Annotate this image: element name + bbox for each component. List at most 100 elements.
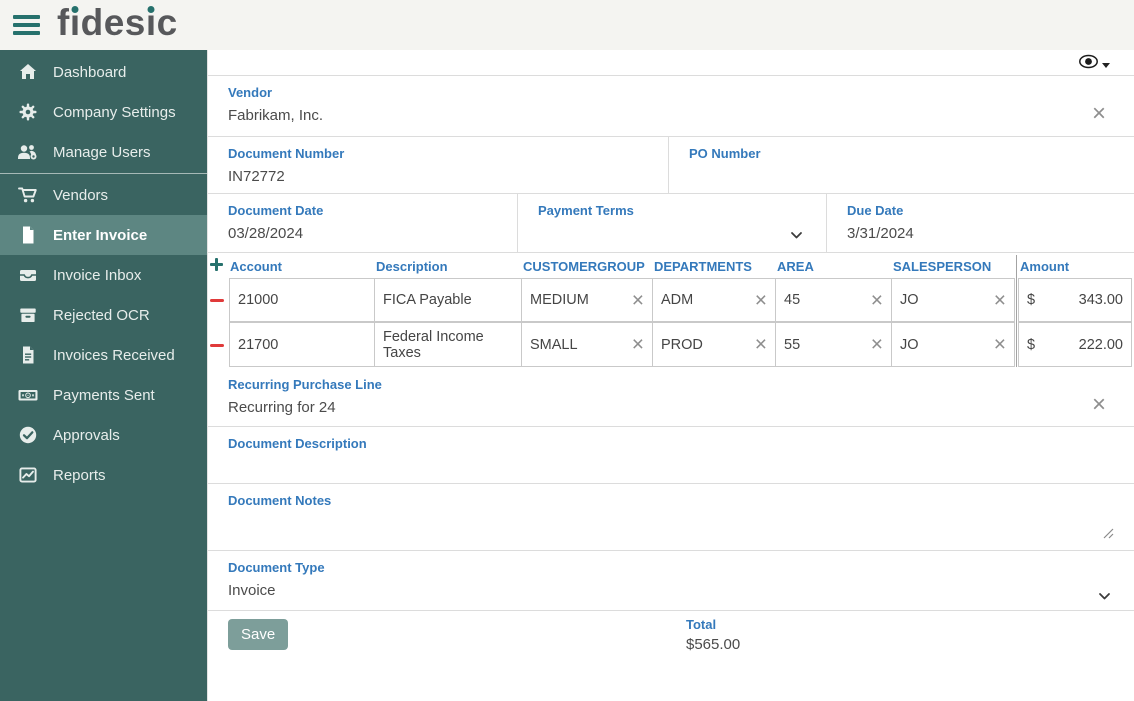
- due-date-field: Due Date 3/31/2024: [826, 194, 1134, 252]
- sidebar-item-reports[interactable]: Reports: [0, 455, 207, 495]
- payment-terms-select[interactable]: [518, 218, 826, 240]
- fidesic-logo: fidesic: [57, 2, 178, 44]
- document-number-field: Document Number IN72772: [208, 137, 668, 193]
- sidebar-item-approvals[interactable]: Approvals: [0, 415, 207, 455]
- document-number-input[interactable]: IN72772: [208, 161, 668, 185]
- sidebar-item-rejected-ocr[interactable]: Rejected OCR: [0, 295, 207, 335]
- document-date-input[interactable]: 03/28/2024: [208, 218, 517, 242]
- due-date-label: Due Date: [847, 203, 904, 218]
- form-toolbar: [208, 50, 1134, 76]
- document-number-row: Document Number IN72772 PO Number: [208, 137, 1134, 194]
- vendor-input[interactable]: Fabrikam, Inc.: [208, 100, 1134, 124]
- cart-icon: [15, 185, 41, 205]
- clear-departments-icon[interactable]: ×: [755, 290, 767, 311]
- check-circle-icon: [15, 425, 41, 445]
- line-items-header: Account Description CUSTOMERGROUP DEPART…: [208, 255, 1134, 278]
- total-block: Total $565.00: [686, 617, 740, 654]
- clear-customergroup-icon[interactable]: ×: [632, 334, 644, 355]
- document-type-label: Document Type: [228, 560, 325, 575]
- sidebar-item-manage-users[interactable]: Manage Users: [0, 132, 207, 172]
- column-header-account: Account: [230, 259, 282, 274]
- clear-area-icon[interactable]: ×: [871, 290, 883, 311]
- column-header-area: AREA: [777, 259, 814, 274]
- dates-row: Document Date 03/28/2024 Payment Terms D…: [208, 194, 1134, 253]
- document-description-label: Document Description: [228, 436, 367, 451]
- departments-cell[interactable]: PROD ×: [652, 322, 776, 367]
- sidebar-item-dashboard[interactable]: Dashboard: [0, 52, 207, 92]
- total-value: $565.00: [686, 636, 741, 653]
- customergroup-cell[interactable]: MEDIUM ×: [521, 278, 653, 322]
- line-items-table: Account Description CUSTOMERGROUP DEPART…: [208, 253, 1134, 368]
- visibility-toggle[interactable]: [1078, 54, 1110, 74]
- invoice-form: Vendor Fabrikam, Inc. × Document Number …: [207, 50, 1134, 701]
- sidebar-item-label: Invoices Received: [53, 346, 175, 364]
- chevron-down-icon[interactable]: [1098, 588, 1111, 606]
- account-cell[interactable]: 21000: [229, 278, 375, 322]
- clear-customergroup-icon[interactable]: ×: [632, 290, 644, 311]
- area-cell[interactable]: 55 ×: [775, 322, 892, 367]
- departments-cell[interactable]: ADM ×: [652, 278, 776, 322]
- customergroup-value: SMALL: [530, 336, 578, 353]
- logo-letter: i: [68, 2, 82, 43]
- line-item-row: 21700 Federal Income Taxes SMALL × PROD × …: [208, 322, 1134, 368]
- due-date-input[interactable]: 3/31/2024: [827, 218, 1134, 242]
- sidebar-item-invoices-received[interactable]: Invoices Received: [0, 335, 207, 375]
- sidebar-item-label: Approvals: [53, 426, 120, 444]
- sidebar-item-enter-invoice[interactable]: Enter Invoice: [0, 215, 207, 255]
- vendor-field: Vendor Fabrikam, Inc. ×: [208, 76, 1134, 137]
- salesperson-cell[interactable]: JO ×: [891, 322, 1015, 367]
- salesperson-value: JO: [900, 336, 919, 353]
- po-number-label: PO Number: [689, 146, 761, 161]
- column-header-customergroup: CUSTOMERGROUP: [523, 259, 645, 274]
- document-description-input[interactable]: [208, 451, 1134, 473]
- recurring-purchase-line-label: Recurring Purchase Line: [228, 377, 382, 392]
- clear-vendor-icon[interactable]: ×: [1092, 102, 1106, 126]
- currency-symbol: $: [1027, 292, 1036, 308]
- sidebar-item-label: Rejected OCR: [53, 306, 150, 324]
- clear-recurring-icon[interactable]: ×: [1092, 393, 1106, 417]
- amount-cell[interactable]: $343.00: [1018, 278, 1132, 322]
- sidebar-item-company-settings[interactable]: Company Settings: [0, 92, 207, 132]
- departments-value: ADM: [661, 292, 694, 308]
- add-line-icon[interactable]: [210, 257, 223, 276]
- document-type-select[interactable]: Invoice: [208, 575, 1134, 599]
- description-cell[interactable]: Federal Income Taxes: [374, 322, 522, 367]
- po-number-input[interactable]: [669, 161, 1134, 183]
- vendor-label: Vendor: [228, 85, 273, 100]
- sidebar-item-vendors[interactable]: Vendors: [0, 175, 207, 215]
- resize-grip-icon[interactable]: [1103, 526, 1114, 544]
- remove-line-icon[interactable]: [210, 299, 224, 302]
- clear-departments-icon[interactable]: ×: [755, 334, 767, 355]
- remove-line-icon[interactable]: [210, 344, 224, 347]
- departments-value: PROD: [661, 336, 703, 353]
- save-button[interactable]: Save: [228, 619, 289, 650]
- area-value: 45: [784, 292, 801, 308]
- clear-salesperson-icon[interactable]: ×: [994, 334, 1006, 355]
- amount-cell[interactable]: $222.00: [1018, 322, 1132, 367]
- sidebar-item-payments-sent[interactable]: Payments Sent: [0, 375, 207, 415]
- hamburger-menu-icon[interactable]: [13, 11, 40, 39]
- area-cell[interactable]: 45 ×: [775, 278, 892, 322]
- currency-symbol: $: [1027, 336, 1036, 353]
- eye-icon: [1078, 54, 1099, 74]
- document-description-field: Document Description: [208, 427, 1134, 484]
- chart-icon: [15, 465, 41, 485]
- salesperson-cell[interactable]: JO ×: [891, 278, 1015, 322]
- clear-salesperson-icon[interactable]: ×: [994, 290, 1006, 311]
- document-icon: [15, 345, 41, 365]
- description-cell[interactable]: FICA Payable: [374, 278, 522, 322]
- customergroup-cell[interactable]: SMALL ×: [521, 322, 653, 367]
- account-cell[interactable]: 21700: [229, 322, 375, 367]
- recurring-purchase-line-input[interactable]: Recurring for 24: [208, 392, 1134, 416]
- logo-letter: i: [144, 2, 158, 43]
- home-icon: [15, 62, 41, 82]
- amount-column-divider: [1016, 255, 1017, 367]
- clear-area-icon[interactable]: ×: [871, 334, 883, 355]
- document-notes-label: Document Notes: [228, 493, 332, 508]
- document-notes-textarea[interactable]: [208, 508, 1134, 530]
- sidebar-item-invoice-inbox[interactable]: Invoice Inbox: [0, 255, 207, 295]
- save-row: Save Total $565.00: [208, 611, 1134, 701]
- chevron-down-icon[interactable]: [790, 227, 803, 245]
- archive-box-icon: [15, 305, 41, 325]
- sidebar-item-label: Payments Sent: [53, 386, 155, 404]
